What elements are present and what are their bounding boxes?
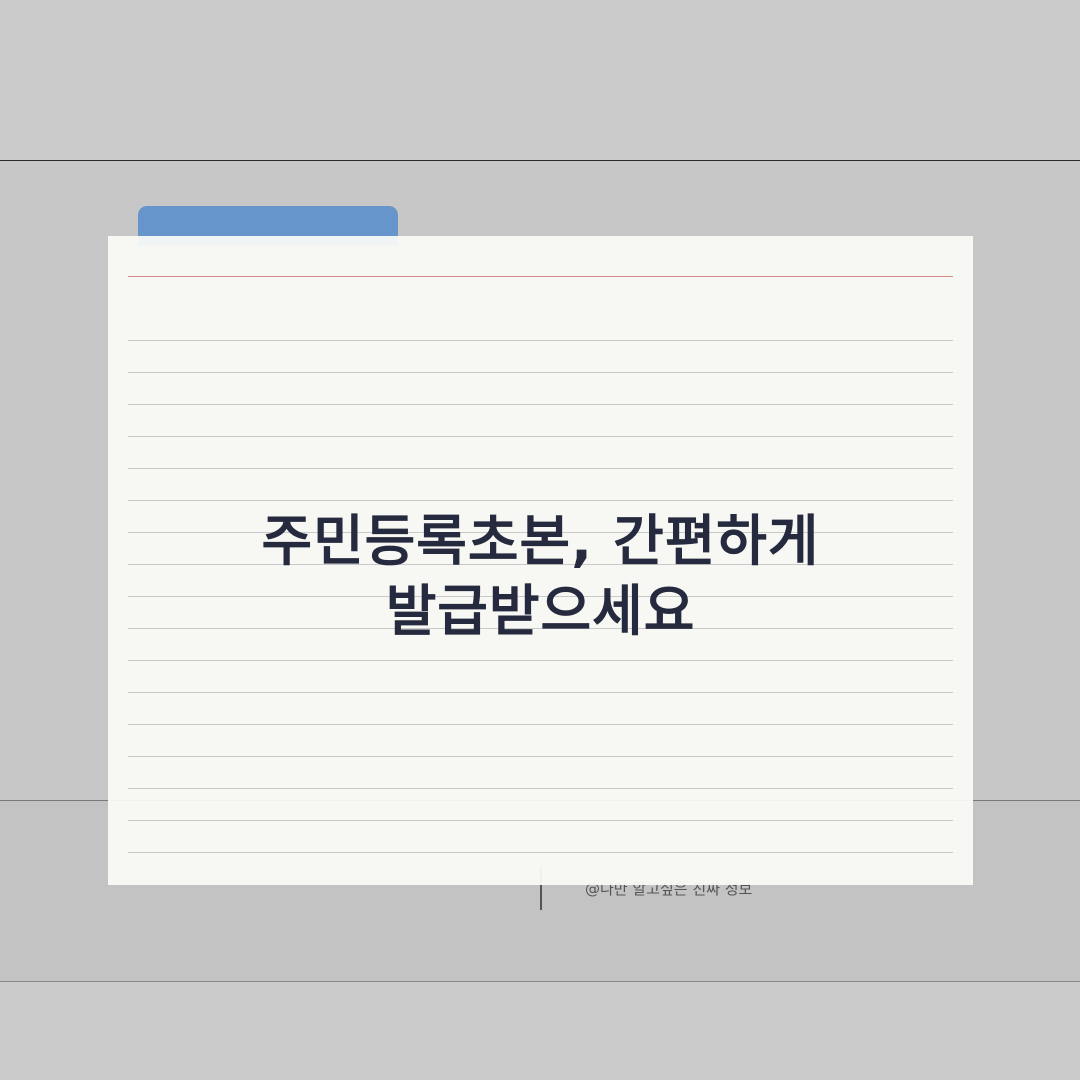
title-line-1: 주민등록초본, 간편하게	[261, 509, 820, 573]
page-title: 주민등록초본, 간편하게 발급받으세요	[108, 506, 973, 646]
card-margin-line	[128, 276, 953, 277]
note-card: 주민등록초본, 간편하게 발급받으세요	[108, 236, 973, 885]
background-top-band	[0, 0, 1080, 160]
background-bottom-band	[0, 982, 1080, 1080]
title-line-2: 발급받으세요	[385, 579, 696, 643]
